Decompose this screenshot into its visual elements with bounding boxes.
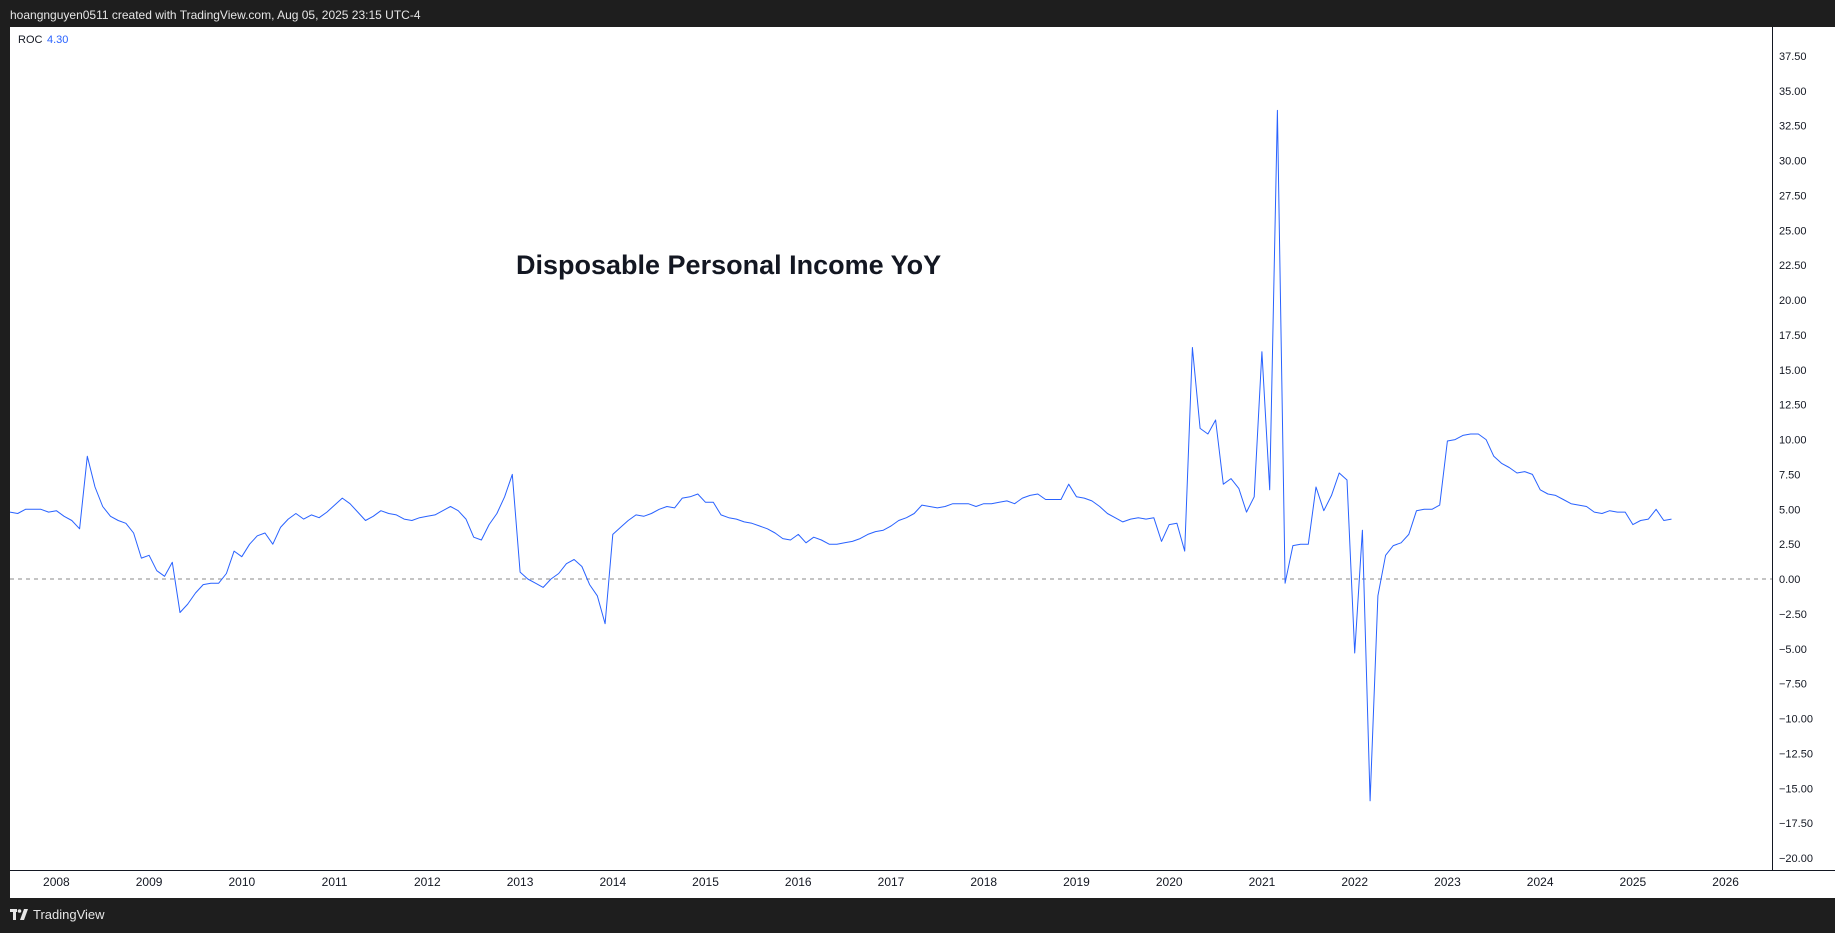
chart-title: Disposable Personal Income YoY [516,250,941,280]
x-tick-label: 2023 [1434,875,1461,889]
x-tick-label: 2012 [414,875,441,889]
y-tick-label: −17.50 [1779,818,1813,830]
y-tick-label: 30.00 [1779,156,1807,168]
x-tick-label: 2011 [322,875,348,889]
y-tick-label: 2.50 [1779,539,1800,551]
tradingview-label: TradingView [33,907,105,922]
chart-svg[interactable]: ROC 4.30 Disposable Personal Income YoY … [9,27,1835,898]
attribution-bar: hoangnguyen0511 created with TradingView… [0,0,1835,27]
series-line [9,109,1672,802]
x-tick-label: 2022 [1341,875,1368,889]
y-tick-label: 32.50 [1779,121,1807,133]
y-tick-label: 5.00 [1779,504,1800,516]
y-tick-label: 27.50 [1779,190,1807,202]
y-tick-label: 35.00 [1779,86,1807,98]
y-tick-label: 20.00 [1779,295,1807,307]
y-tick-label: −20.00 [1779,853,1813,865]
y-tick-label: 12.50 [1779,400,1807,412]
y-tick-label: −10.00 [1779,714,1813,726]
y-tick-label: −15.00 [1779,783,1813,795]
x-tick-label: 2016 [785,875,812,889]
y-tick-label: 22.50 [1779,260,1807,272]
x-tick-label: 2013 [507,875,534,889]
x-tick-label: 2020 [1156,875,1183,889]
y-tick-label: 37.50 [1779,51,1807,63]
y-tick-label: −2.50 [1779,609,1807,621]
y-tick-label: −5.00 [1779,644,1807,656]
x-tick-label: 2019 [1063,875,1090,889]
x-tick-label: 2018 [970,875,997,889]
x-tick-label: 2015 [692,875,719,889]
x-tick-label: 2008 [43,875,70,889]
indicator-value: 4.30 [47,34,68,46]
x-tick-label: 2010 [228,875,255,889]
y-tick-label: −12.50 [1779,748,1813,760]
attribution-text: hoangnguyen0511 created with TradingView… [10,8,421,22]
x-tick-label: 2024 [1527,875,1554,889]
indicator-name: ROC [18,34,43,46]
x-tick-label: 2021 [1249,875,1276,889]
tradingview-logo-icon [10,909,28,920]
y-tick-label: 7.50 [1779,469,1800,481]
y-tick-label: −7.50 [1779,679,1807,691]
tradingview-brand[interactable]: TradingView [10,907,105,922]
x-tick-label: 2025 [1620,875,1647,889]
footer-bar: TradingView [0,898,1835,933]
y-tick-label: 0.00 [1779,574,1800,586]
y-tick-label: 10.00 [1779,435,1807,447]
x-tick-label: 2009 [136,875,163,889]
y-tick-label: 25.00 [1779,225,1807,237]
x-tick-label: 2017 [878,875,905,889]
x-tick-label: 2014 [599,875,626,889]
y-tick-label: 15.00 [1779,365,1807,377]
y-tick-label: 17.50 [1779,330,1807,342]
x-tick-label: 2026 [1712,875,1739,889]
chart-panel[interactable]: ROC 4.30 Disposable Personal Income YoY … [9,27,1835,898]
